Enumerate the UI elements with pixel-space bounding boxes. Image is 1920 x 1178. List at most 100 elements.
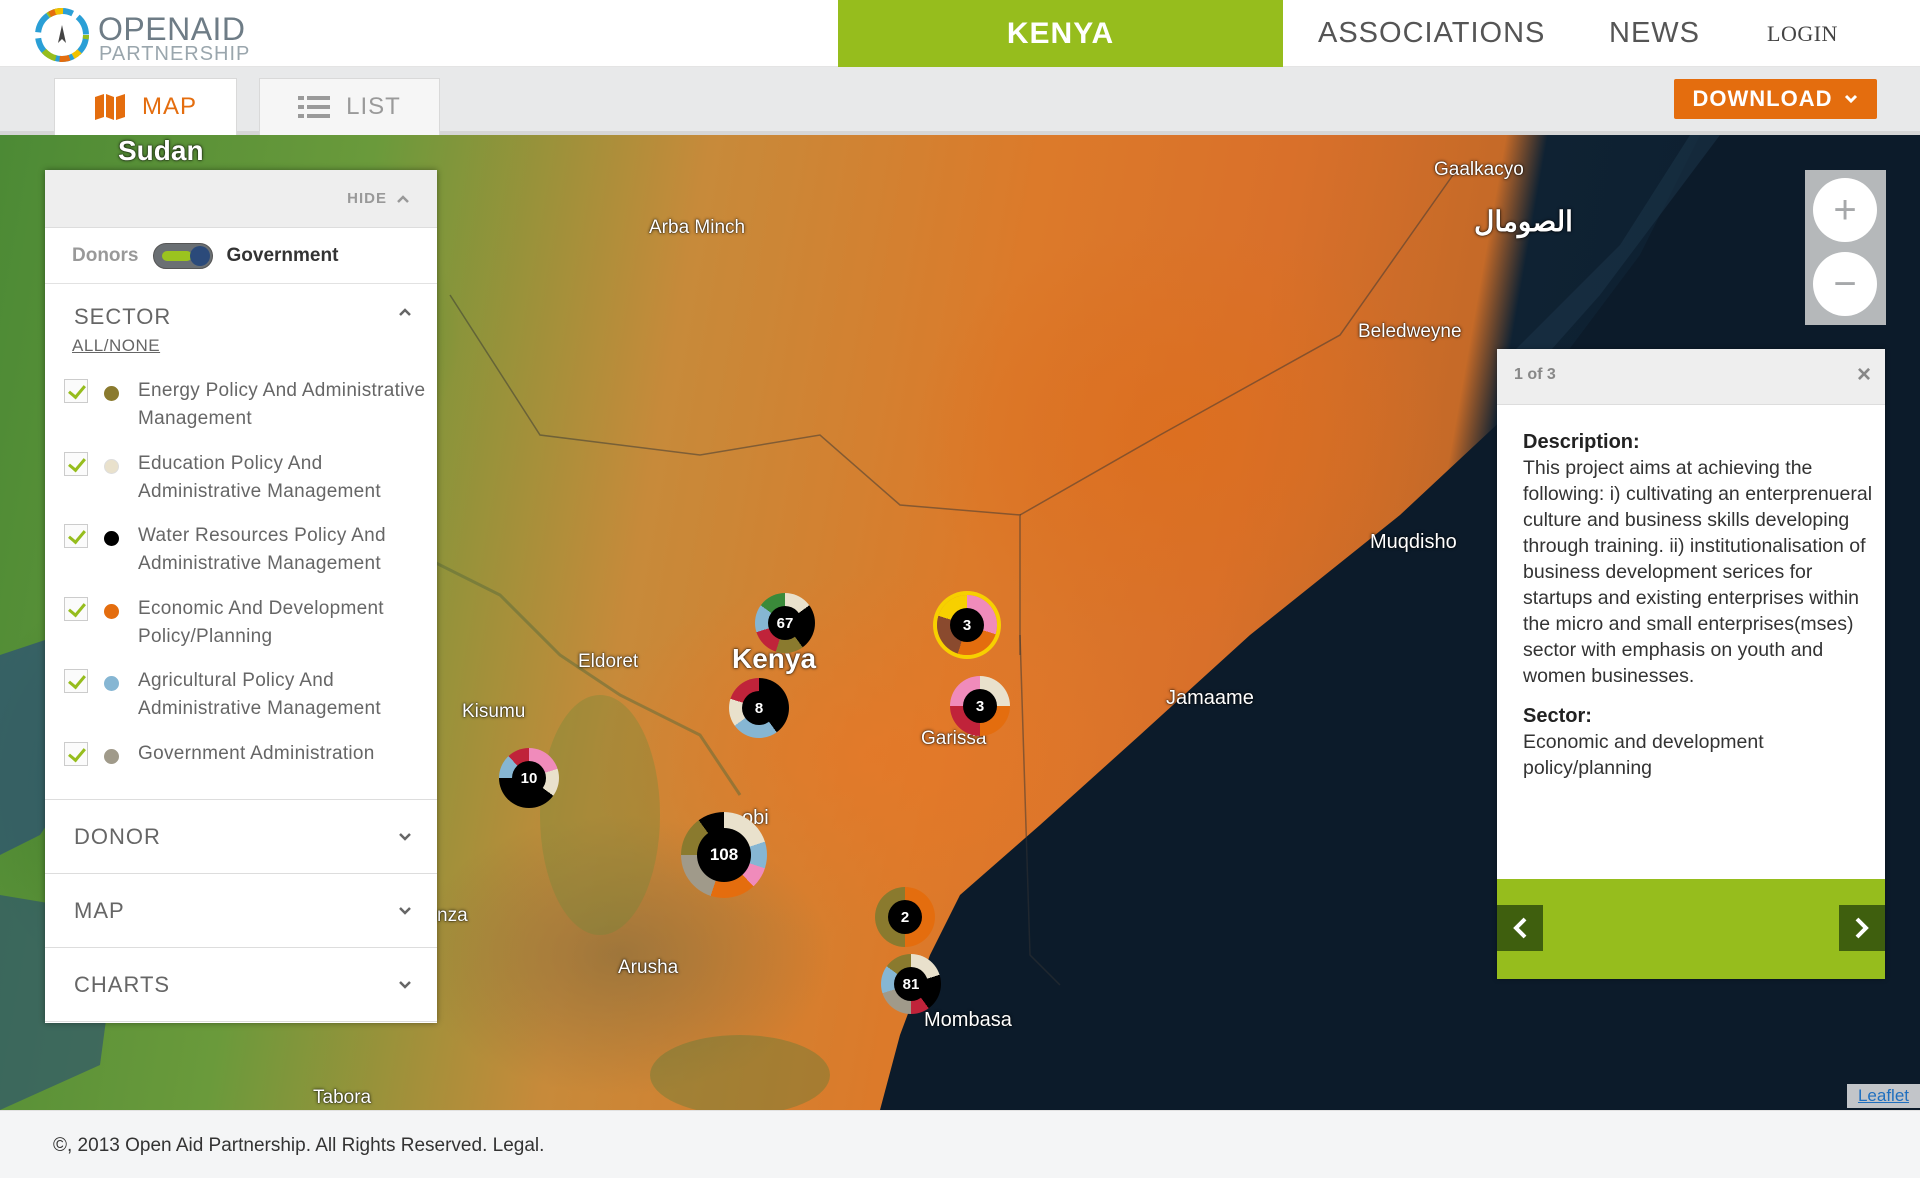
map-label-gaalkacyo: Gaalkacyo: [1434, 159, 1524, 180]
popup-content: Description: This project aims at achiev…: [1523, 429, 1873, 781]
donor-title: DONOR: [74, 823, 161, 849]
tab-map[interactable]: MAP: [54, 78, 237, 135]
hide-label: HIDE: [347, 190, 387, 207]
sector-item[interactable]: Economic And Development Policy/Planning: [64, 594, 434, 667]
cluster-count: 67: [768, 606, 802, 640]
chevron-down-icon: [399, 906, 411, 915]
chevron-down-icon: [1845, 94, 1858, 104]
cluster-count: 8: [742, 691, 776, 725]
tab-list-label: LIST: [346, 93, 401, 120]
sector-checkbox[interactable]: [64, 741, 88, 766]
map-cluster-81[interactable]: 81: [881, 954, 941, 1014]
sector-list: Energy Policy And Administrative Managem…: [64, 376, 434, 800]
sector-label: Government Administration: [138, 742, 375, 764]
map-icon: [94, 94, 125, 120]
popup-page-count: 1 of 3: [1514, 366, 1556, 383]
top-navigation: OPENAID PARTNERSHIP KENYA ASSOCIATIONS N…: [0, 0, 1920, 67]
sector-color-dot: [104, 458, 119, 474]
sector-label: Education Policy And Administrative Mana…: [138, 452, 381, 502]
close-icon[interactable]: ×: [1857, 361, 1871, 389]
map-cluster-2[interactable]: 2: [875, 887, 935, 947]
project-popup: 1 of 3 × Description: This project aims …: [1497, 349, 1885, 979]
charts-section-header[interactable]: CHARTS: [45, 948, 437, 1022]
chevron-left-icon: [1513, 917, 1527, 939]
popup-header: 1 of 3 ×: [1497, 349, 1885, 405]
sector-checkbox[interactable]: [64, 596, 88, 621]
logo-text-partnership: PARTNERSHIP: [99, 43, 251, 65]
map-cluster-3-selected[interactable]: 3: [937, 595, 997, 655]
tab-map-label: MAP: [141, 93, 197, 120]
chevron-right-icon: [1855, 917, 1869, 939]
chevron-up-icon[interactable]: [399, 308, 411, 316]
map-label-jamaame: Jamaame: [1166, 687, 1254, 709]
map-title: MAP: [74, 897, 125, 923]
description-text: This project aims at achieving the follo…: [1523, 457, 1873, 687]
leaflet-attribution-link[interactable]: Leaflet: [1847, 1084, 1920, 1108]
openaid-logo[interactable]: OPENAID PARTNERSHIP: [34, 7, 254, 65]
map-label-somalia: الصومال: [1474, 206, 1573, 237]
donors-government-switch[interactable]: [152, 242, 213, 269]
nav-login[interactable]: LOGIN: [1767, 0, 1838, 67]
sector-checkbox[interactable]: [64, 379, 88, 403]
list-icon: [298, 96, 331, 118]
map-section-header[interactable]: MAP: [45, 874, 437, 948]
sector-label: Sector:: [1523, 705, 1592, 727]
toggle-label-donors: Donors: [72, 244, 139, 266]
map-label-mombasa: Mombasa: [924, 1009, 1012, 1031]
map-cluster-8[interactable]: 8: [729, 678, 789, 738]
download-label: DOWNLOAD: [1692, 86, 1833, 111]
map-label-arusha: Arusha: [618, 957, 679, 978]
map-cluster-108[interactable]: 108: [681, 812, 767, 898]
panel-hide-button[interactable]: HIDE: [45, 170, 437, 228]
toggle-label-government: Government: [226, 244, 339, 266]
chevron-down-icon: [399, 832, 411, 841]
map-label-arba-minch: Arba Minch: [649, 217, 746, 238]
sector-item[interactable]: Agricultural Policy And Administrative M…: [64, 666, 434, 739]
nav-country-kenya[interactable]: KENYA: [838, 0, 1283, 67]
map-cluster-3[interactable]: 3: [950, 676, 1010, 736]
map-label-nza: nza: [437, 905, 468, 926]
map-cluster-10[interactable]: 10: [499, 748, 559, 808]
sector-checkbox[interactable]: [64, 524, 88, 548]
sector-color-dot: [104, 676, 119, 691]
page-footer: ©, 2013 Open Aid Partnership. All Rights…: [0, 1110, 1920, 1178]
sector-item[interactable]: Energy Policy And Administrative Managem…: [64, 376, 434, 449]
filter-panel: HIDE Donors Government SECTOR ALL/NONE E…: [45, 170, 437, 1023]
sector-checkbox[interactable]: [64, 669, 88, 693]
cluster-count: 3: [950, 608, 984, 642]
popup-footer: [1497, 879, 1885, 979]
cluster-count: 108: [697, 828, 751, 882]
sector-item[interactable]: Water Resources Policy And Administrativ…: [64, 521, 434, 594]
download-button[interactable]: DOWNLOAD: [1674, 79, 1877, 119]
cluster-count: 10: [512, 761, 546, 795]
copyright-text: ©, 2013 Open Aid Partnership. All Rights…: [53, 1135, 545, 1156]
next-button[interactable]: [1839, 905, 1885, 951]
map-label-kisumu: Kisumu: [462, 701, 526, 722]
map-label-eldoret: Eldoret: [578, 651, 639, 672]
sector-section: SECTOR ALL/NONE Energy Policy And Admini…: [45, 284, 437, 800]
cluster-count: 3: [963, 689, 997, 723]
sector-title[interactable]: SECTOR: [74, 304, 171, 330]
sector-label: Agricultural Policy And Administrative M…: [138, 670, 381, 719]
chevron-up-icon: [397, 194, 409, 203]
sector-checkbox[interactable]: [64, 451, 88, 476]
all-none-link[interactable]: ALL/NONE: [72, 336, 160, 356]
donor-section-header[interactable]: DONOR: [45, 800, 437, 874]
nav-news[interactable]: NEWS: [1609, 0, 1700, 67]
nav-associations[interactable]: ASSOCIATIONS: [1318, 0, 1545, 67]
donor-government-toggle-row: Donors Government: [45, 228, 437, 284]
sector-color-dot: [104, 531, 119, 546]
zoom-out-button[interactable]: −: [1813, 252, 1877, 316]
cluster-count: 2: [888, 900, 922, 934]
previous-button[interactable]: [1497, 905, 1543, 951]
tab-list[interactable]: LIST: [259, 78, 440, 135]
sector-label: Water Resources Policy And Administrativ…: [138, 525, 386, 574]
view-tabs-bar: MAP LIST DOWNLOAD: [0, 67, 1920, 135]
zoom-in-button[interactable]: +: [1813, 178, 1877, 242]
sector-color-dot: [104, 603, 119, 619]
sector-item[interactable]: Education Policy And Administrative Mana…: [64, 449, 434, 522]
sector-label: Economic And Development Policy/Planning: [138, 597, 384, 647]
sector-item[interactable]: Government Administration: [64, 739, 434, 800]
map-cluster-67[interactable]: 67: [755, 593, 815, 653]
description-label: Description:: [1523, 431, 1640, 453]
